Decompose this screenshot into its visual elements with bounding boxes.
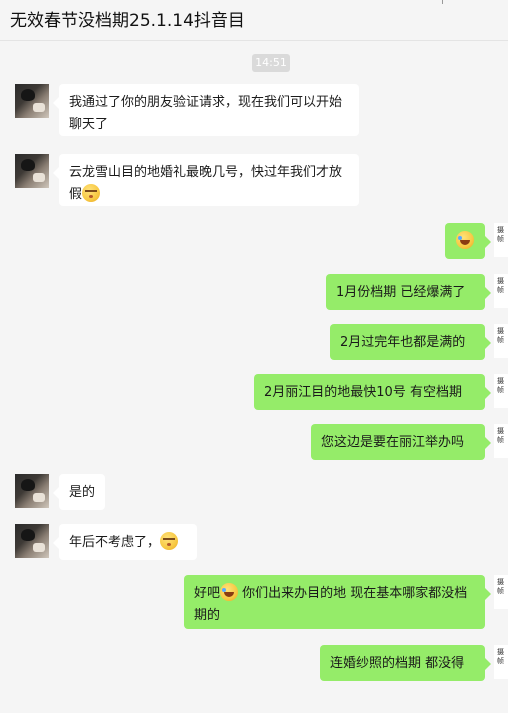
outgoing-message-bubble[interactable]: 连婚纱照的档期 都没得 bbox=[320, 645, 491, 681]
outgoing-message-bubble[interactable]: 2月过完年也都是满的 bbox=[330, 324, 491, 360]
message-text: 1月份档期 已经爆满了 bbox=[336, 285, 466, 300]
message-text: 是的 bbox=[69, 485, 96, 500]
self-avatar[interactable]: 摄 帧 bbox=[494, 374, 508, 408]
self-avatar[interactable]: 摄 帧 bbox=[494, 274, 508, 308]
self-avatar[interactable]: 摄 帧 bbox=[494, 645, 508, 679]
self-avatar[interactable]: 摄 帧 bbox=[494, 324, 508, 358]
contact-avatar[interactable] bbox=[15, 524, 49, 558]
chat-header: 无效春节没档期25.1.14抖音目 bbox=[0, 0, 508, 41]
message-text: 好吧 bbox=[194, 586, 221, 601]
incoming-message-bubble[interactable]: 云龙雪山目的地婚礼最晚几号，快过年我们才放假 bbox=[53, 154, 359, 206]
self-avatar[interactable]: 摄 帧 bbox=[494, 223, 508, 257]
message-text: 2月过完年也都是满的 bbox=[340, 335, 466, 350]
outgoing-message-bubble[interactable] bbox=[445, 223, 491, 259]
message-text: 您这边是要在丽江举办吗 bbox=[321, 435, 465, 450]
contact-avatar[interactable] bbox=[15, 84, 49, 118]
message-text: 云龙雪山目的地婚礼最晚几号，快过年我们才放假 bbox=[69, 165, 343, 202]
outgoing-message-bubble[interactable]: 1月份档期 已经爆满了 bbox=[326, 274, 491, 310]
message-text: 2月丽江目的地最快10号 有空档期 bbox=[264, 385, 462, 400]
incoming-message-bubble[interactable]: 是的 bbox=[53, 474, 105, 510]
contact-avatar[interactable] bbox=[15, 154, 49, 188]
shy-face-emoji-icon bbox=[160, 532, 179, 550]
outgoing-message-bubble[interactable]: 2月丽江目的地最快10号 有空档期 bbox=[254, 374, 491, 410]
incoming-message-bubble[interactable]: 年后不考虑了， bbox=[53, 524, 197, 560]
laughing-emoji-icon bbox=[456, 231, 474, 249]
chat-title: 无效春节没档期25.1.14抖音目 bbox=[10, 11, 245, 31]
incoming-message-bubble[interactable]: 我通过了你的朋友验证请求，现在我们可以开始聊天了 bbox=[53, 84, 359, 136]
outgoing-message-bubble[interactable]: 您这边是要在丽江举办吗 bbox=[311, 424, 491, 460]
message-text: 年后不考虑了， bbox=[69, 535, 161, 550]
self-avatar[interactable]: 摄 帧 bbox=[494, 575, 508, 609]
shy-face-emoji-icon bbox=[82, 184, 101, 202]
contact-avatar[interactable] bbox=[15, 474, 49, 508]
header-divider bbox=[442, 0, 443, 4]
message-text: 我通过了你的朋友验证请求，现在我们可以开始聊天了 bbox=[69, 95, 343, 132]
laughing-emoji-icon bbox=[220, 583, 239, 601]
outgoing-message-bubble[interactable]: 好吧 你们出来办目的地 现在基本哪家都没档期的 bbox=[184, 575, 491, 629]
message-timestamp: 14:51 bbox=[252, 54, 290, 72]
self-avatar[interactable]: 摄 帧 bbox=[494, 424, 508, 458]
message-text: 连婚纱照的档期 都没得 bbox=[330, 656, 465, 671]
